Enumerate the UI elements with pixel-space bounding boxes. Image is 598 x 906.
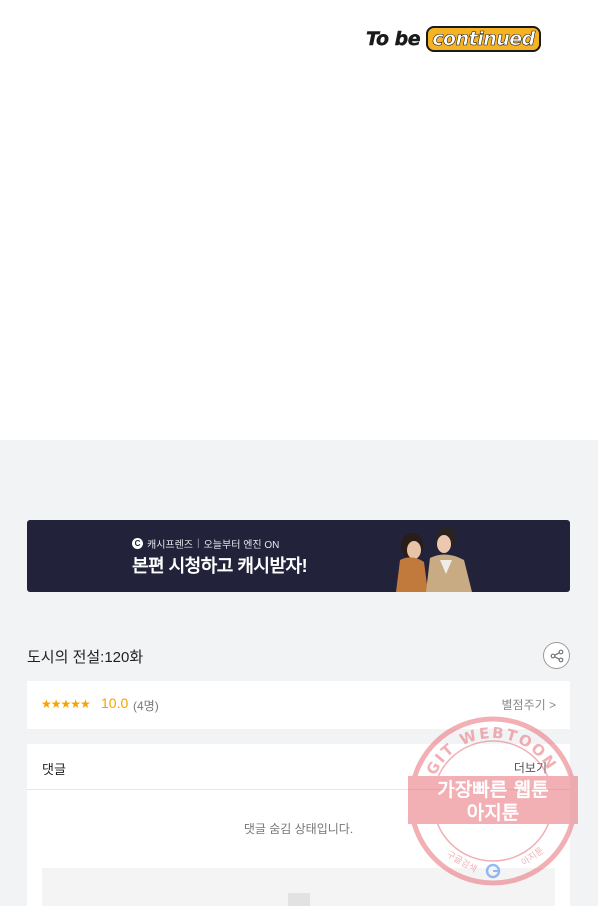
comments-title: 댓글 (42, 762, 66, 777)
comment-placeholder-image (288, 893, 310, 906)
episode-title: 도시의 전설:120화 (27, 649, 144, 666)
share-icon (550, 649, 563, 662)
watermark-line2: 아지툰 (467, 802, 519, 824)
continued-text: continued (426, 26, 541, 52)
to-be-text: To be (366, 28, 421, 50)
viewer-page: To be continued C 캐시프렌즈 | 오늘부터 엔진 ON 본편 … (0, 0, 598, 906)
rating-stars: ★★★★★ (41, 697, 91, 711)
banner-subline: C 캐시프렌즈 | 오늘부터 엔진 ON (132, 536, 279, 551)
ad-banner[interactable]: C 캐시프렌즈 | 오늘부터 엔진 ON 본편 시청하고 캐시받자! (27, 520, 570, 592)
share-button[interactable] (543, 642, 570, 669)
banner-couple-illustration (396, 527, 472, 592)
banner-divider: | (197, 538, 200, 549)
to-be-continued-text: To be continued (366, 26, 541, 56)
rate-button[interactable]: 별점주기 > (501, 696, 556, 713)
rating-count: (4명) (133, 699, 159, 713)
watermark-line1: 가장빠른 웹툰 (437, 779, 549, 801)
comic-panel: To be continued (0, 0, 598, 440)
banner-headline: 본편 시청하고 캐시받자! (132, 556, 308, 576)
banner-tagline: 오늘부터 엔진 ON (203, 540, 280, 551)
rating-score: 10.0 (101, 695, 129, 711)
cashfriends-logo-icon: C (132, 538, 143, 549)
banner-brand: 캐시프렌즈 (147, 540, 193, 551)
google-g-icon (485, 863, 501, 879)
agit-webtoon-watermark: AGIT WEBTOON 가장빠른 웹툰 아지툰 구글검색 아지툰 (408, 716, 578, 886)
